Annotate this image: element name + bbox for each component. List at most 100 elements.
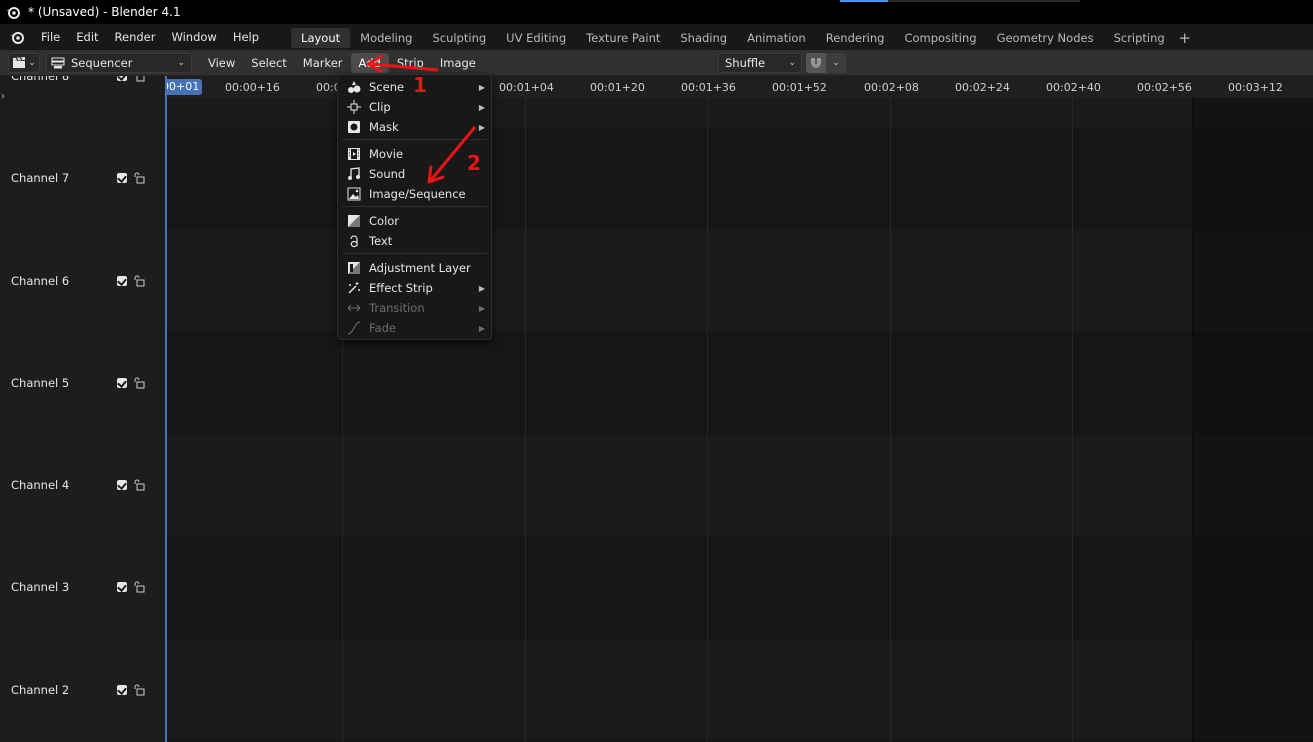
transition-icon	[346, 301, 362, 315]
menu-edit[interactable]: Edit	[68, 27, 106, 47]
channel-row[interactable]: Channel 2	[0, 639, 165, 741]
movie-icon	[346, 147, 362, 161]
menu-render[interactable]: Render	[107, 27, 164, 47]
playhead[interactable]	[165, 76, 167, 742]
ruler-tick-label: 00:00+16	[225, 81, 280, 94]
add-menu-item-label: Transition	[369, 301, 425, 315]
add-menu-item-label: Image/Sequence	[369, 187, 466, 201]
add-menu-item-image-sequence[interactable]: Image/Sequence	[338, 184, 491, 204]
tab-geometry-nodes[interactable]: Geometry Nodes	[987, 28, 1104, 48]
channel-row[interactable]: Channel 6	[0, 230, 165, 332]
add-menu-item-clip[interactable]: Clip ▶	[338, 97, 491, 117]
channel-mute-checkbox[interactable]	[117, 378, 127, 388]
text-icon	[346, 234, 362, 248]
window-titlebar: * (Unsaved) - Blender 4.1	[0, 0, 1313, 24]
channel-row[interactable]: Channel 7	[0, 127, 165, 229]
ruler-tick-label: 00:02+56	[1137, 81, 1192, 94]
snap-toggle[interactable]: ⌄	[806, 53, 846, 73]
channel-lane[interactable]	[165, 639, 1313, 741]
tab-shading[interactable]: Shading	[670, 28, 737, 48]
add-menu-item-fade: Fade ▶	[338, 318, 491, 338]
channel-mute-checkbox[interactable]	[117, 582, 127, 592]
channel-lane[interactable]	[165, 536, 1313, 638]
grid-line	[707, 76, 708, 742]
tab-modeling[interactable]: Modeling	[350, 28, 422, 48]
sound-icon	[346, 167, 362, 181]
channel-name[interactable]: Channel 7	[11, 171, 116, 185]
magnet-icon	[806, 53, 826, 73]
unlock-icon[interactable]	[133, 275, 145, 287]
ruler-tick-label: 00:01+36	[681, 81, 736, 94]
add-menu-item-label: Text	[369, 234, 393, 248]
tab-rendering[interactable]: Rendering	[816, 28, 895, 48]
overlap-mode-label: Shuffle	[725, 56, 766, 70]
add-menu-item-effect-strip[interactable]: Effect Strip ▶	[338, 278, 491, 298]
channel-name[interactable]: Channel 2	[11, 683, 116, 697]
channel-row[interactable]: Channel 5	[0, 332, 165, 434]
grid-line	[525, 76, 526, 742]
menu-separator	[342, 253, 487, 254]
title-accent	[840, 0, 888, 2]
menu-marker[interactable]: Marker	[295, 53, 351, 73]
tab-uv-editing[interactable]: UV Editing	[496, 28, 576, 48]
channel-row[interactable]: Channel 4	[0, 434, 165, 536]
unlock-icon[interactable]	[133, 76, 145, 82]
channel-row[interactable]: Channel 8	[0, 76, 165, 127]
unlock-icon[interactable]	[133, 377, 145, 389]
ruler-tick-label: 00:01+52	[772, 81, 827, 94]
channel-name[interactable]: Channel 8	[11, 76, 116, 83]
menu-add[interactable]: Add	[350, 52, 389, 73]
mask-icon	[346, 120, 362, 134]
tab-sculpting[interactable]: Sculpting	[422, 28, 496, 48]
menu-view[interactable]: View	[200, 53, 243, 73]
view-type-select[interactable]: Sequencer ⌄	[46, 52, 192, 73]
ruler-tick-label: 00:02+40	[1046, 81, 1101, 94]
channel-mute-checkbox[interactable]	[117, 685, 127, 695]
channel-mute-checkbox[interactable]	[117, 173, 127, 183]
tab-animation[interactable]: Animation	[737, 28, 816, 48]
channel-mute-checkbox[interactable]	[117, 76, 127, 81]
current-frame-indicator[interactable]: 00+01	[165, 79, 203, 95]
chevron-down-icon: ⌄	[788, 58, 796, 68]
editor-type-button[interactable]: ⌄	[8, 52, 40, 73]
channel-lane[interactable]	[165, 434, 1313, 536]
grid-line	[890, 76, 891, 742]
channel-name[interactable]: Channel 5	[11, 376, 116, 390]
tab-texture-paint[interactable]: Texture Paint	[576, 28, 670, 48]
channel-name[interactable]: Channel 4	[11, 478, 116, 492]
add-menu-item-color[interactable]: Color	[338, 211, 491, 231]
menu-file[interactable]: File	[33, 27, 68, 47]
blender-menu-icon[interactable]	[9, 29, 25, 45]
menu-help[interactable]: Help	[225, 27, 267, 47]
top-bar: File Edit Render Window Help Layout Mode…	[0, 24, 1313, 50]
unlock-icon[interactable]	[133, 479, 145, 491]
add-menu-item-mask[interactable]: Mask ▶	[338, 117, 491, 137]
channel-lane[interactable]	[165, 332, 1313, 434]
menu-strip[interactable]: Strip	[389, 53, 432, 73]
fade-icon	[346, 321, 362, 335]
channel-name[interactable]: Channel 6	[11, 274, 116, 288]
submenu-arrow-icon: ▶	[478, 82, 485, 92]
unlock-icon[interactable]	[133, 684, 145, 696]
add-menu-item-text[interactable]: Text	[338, 231, 491, 251]
menu-window[interactable]: Window	[163, 27, 224, 47]
add-workspace-button[interactable]: +	[1175, 28, 1195, 48]
menu-image[interactable]: Image	[432, 53, 484, 73]
add-menu-item-adjustment-layer[interactable]: Adjustment Layer	[338, 258, 491, 278]
unlock-icon[interactable]	[133, 581, 145, 593]
channel-mute-checkbox[interactable]	[117, 276, 127, 286]
channel-row[interactable]: Channel 3	[0, 536, 165, 638]
tab-scripting[interactable]: Scripting	[1104, 28, 1175, 48]
add-menu-item-label: Effect Strip	[369, 281, 433, 295]
menu-separator	[342, 139, 487, 140]
submenu-arrow-icon: ▶	[478, 303, 485, 313]
channel-name[interactable]: Channel 3	[11, 580, 116, 594]
overlap-mode-select[interactable]: Shuffle ⌄	[718, 53, 802, 73]
tab-compositing[interactable]: Compositing	[894, 28, 986, 48]
window-title: * (Unsaved) - Blender 4.1	[28, 5, 181, 19]
channel-mute-checkbox[interactable]	[117, 480, 127, 490]
menu-select[interactable]: Select	[243, 53, 294, 73]
chevron-down-icon[interactable]: ⌄	[826, 58, 846, 68]
tab-layout[interactable]: Layout	[291, 28, 351, 48]
unlock-icon[interactable]	[133, 172, 145, 184]
